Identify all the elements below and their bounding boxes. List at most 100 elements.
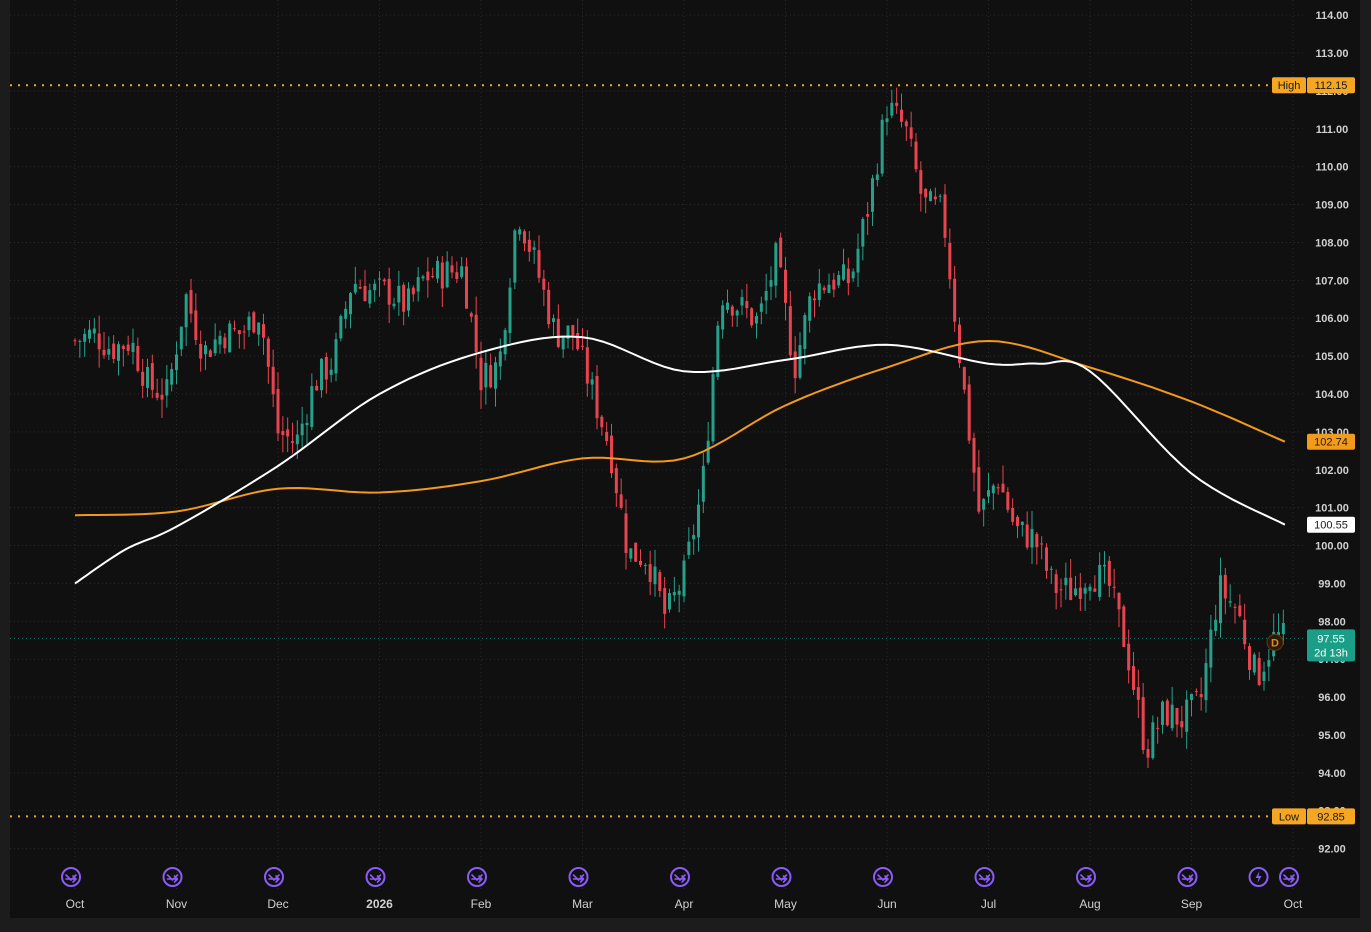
candle-down[interactable] bbox=[600, 416, 604, 428]
candle-up[interactable] bbox=[329, 369, 333, 375]
candle-down[interactable] bbox=[595, 375, 599, 419]
candle-up[interactable] bbox=[349, 293, 352, 315]
candle-up[interactable] bbox=[165, 379, 169, 396]
candle-down[interactable] bbox=[1146, 749, 1150, 758]
candle-down[interactable] bbox=[387, 278, 391, 305]
candle-up[interactable] bbox=[107, 349, 111, 355]
candle-down[interactable] bbox=[271, 366, 275, 395]
candle-up[interactable] bbox=[677, 590, 681, 595]
candle-up[interactable] bbox=[643, 564, 647, 566]
candle-up[interactable] bbox=[861, 218, 865, 247]
candle-down[interactable] bbox=[431, 276, 435, 278]
candle-down[interactable] bbox=[411, 287, 415, 295]
candle-down[interactable] bbox=[832, 279, 836, 290]
candle-down[interactable] bbox=[363, 286, 367, 302]
candle-down[interactable] bbox=[924, 188, 928, 198]
candle-up[interactable] bbox=[92, 328, 96, 334]
candle-up[interactable] bbox=[871, 178, 874, 212]
candle-down[interactable] bbox=[97, 333, 101, 350]
candle-down[interactable] bbox=[266, 338, 270, 367]
candle-up[interactable] bbox=[353, 283, 357, 293]
candle-up[interactable] bbox=[339, 315, 343, 339]
candle-down[interactable] bbox=[281, 431, 285, 435]
candle-down[interactable] bbox=[1045, 547, 1048, 571]
candle-down[interactable] bbox=[1194, 691, 1198, 693]
candle-up[interactable] bbox=[1064, 577, 1068, 586]
candle-up[interactable] bbox=[1020, 521, 1024, 526]
candle-up[interactable] bbox=[378, 278, 381, 280]
candle-up[interactable] bbox=[1228, 601, 1232, 603]
candle-up[interactable] bbox=[1219, 575, 1222, 624]
candle-down[interactable] bbox=[1107, 560, 1111, 586]
candle-down[interactable] bbox=[155, 392, 159, 398]
candle-down[interactable] bbox=[537, 250, 541, 278]
candle-down[interactable] bbox=[136, 346, 140, 371]
candle-up[interactable] bbox=[653, 566, 657, 585]
candle-up[interactable] bbox=[175, 354, 178, 371]
candle-up[interactable] bbox=[213, 339, 217, 354]
candle-down[interactable] bbox=[1059, 589, 1063, 591]
candle-up[interactable] bbox=[484, 362, 488, 388]
candle-down[interactable] bbox=[581, 345, 584, 347]
candle-down[interactable] bbox=[474, 314, 478, 353]
candle-down[interactable] bbox=[382, 279, 386, 282]
candle-up[interactable] bbox=[494, 362, 497, 389]
candle-down[interactable] bbox=[1238, 605, 1242, 617]
candle-down[interactable] bbox=[895, 102, 899, 106]
candle-down[interactable] bbox=[73, 340, 77, 342]
candle-up[interactable] bbox=[344, 308, 348, 319]
candle-down[interactable] bbox=[189, 290, 193, 314]
candle-down[interactable] bbox=[1006, 491, 1010, 510]
candle-up[interactable] bbox=[1170, 704, 1174, 729]
candle-up[interactable] bbox=[1103, 564, 1106, 567]
candle-up[interactable] bbox=[1161, 701, 1164, 725]
candle-down[interactable] bbox=[933, 196, 937, 200]
candle-down[interactable] bbox=[904, 121, 908, 127]
candle-up[interactable] bbox=[561, 336, 565, 350]
candlestick-chart[interactable]: 114.00113.00112.00111.00110.00109.00108.… bbox=[0, 0, 1371, 932]
candle-down[interactable] bbox=[523, 231, 526, 244]
candle-down[interactable] bbox=[223, 337, 227, 349]
candle-down[interactable] bbox=[909, 127, 913, 139]
candle-up[interactable] bbox=[416, 277, 420, 292]
candle-up[interactable] bbox=[687, 541, 691, 556]
candle-down[interactable] bbox=[822, 287, 826, 291]
candle-up[interactable] bbox=[798, 345, 802, 378]
candle-down[interactable] bbox=[262, 324, 265, 338]
candle-up[interactable] bbox=[1252, 654, 1256, 673]
candle-down[interactable] bbox=[967, 384, 971, 441]
candle-up[interactable] bbox=[460, 266, 464, 278]
candle-down[interactable] bbox=[1141, 697, 1145, 750]
candle-up[interactable] bbox=[498, 351, 502, 367]
candle-down[interactable] bbox=[730, 306, 734, 316]
candle-up[interactable] bbox=[682, 560, 686, 597]
candle-down[interactable] bbox=[1175, 708, 1179, 725]
candle-up[interactable] bbox=[320, 358, 323, 391]
candle-up[interactable] bbox=[78, 340, 82, 342]
candle-down[interactable] bbox=[1069, 577, 1073, 600]
candle-up[interactable] bbox=[1204, 663, 1208, 701]
candle-down[interactable] bbox=[576, 333, 580, 350]
candle-up[interactable] bbox=[1083, 587, 1087, 594]
candle-down[interactable] bbox=[962, 367, 966, 390]
candle-up[interactable] bbox=[701, 465, 705, 502]
candle-up[interactable] bbox=[1281, 622, 1285, 635]
candle-down[interactable] bbox=[469, 313, 473, 317]
candle-down[interactable] bbox=[426, 271, 430, 281]
candle-up[interactable] bbox=[407, 288, 410, 311]
candle-up[interactable] bbox=[1267, 660, 1271, 667]
candle-up[interactable] bbox=[436, 260, 439, 279]
candle-down[interactable] bbox=[914, 141, 918, 170]
candle-up[interactable] bbox=[987, 490, 990, 497]
candle-up[interactable] bbox=[88, 329, 91, 339]
candle-up[interactable] bbox=[726, 302, 729, 310]
candle-up[interactable] bbox=[697, 504, 700, 538]
candle-up[interactable] bbox=[1262, 671, 1266, 681]
candle-up[interactable] bbox=[552, 318, 555, 322]
candle-down[interactable] bbox=[1035, 533, 1039, 548]
candle-down[interactable] bbox=[194, 310, 198, 341]
candle-up[interactable] bbox=[421, 276, 425, 279]
candle-down[interactable] bbox=[324, 356, 328, 380]
candle-up[interactable] bbox=[672, 591, 676, 596]
candle-up[interactable] bbox=[808, 296, 812, 321]
